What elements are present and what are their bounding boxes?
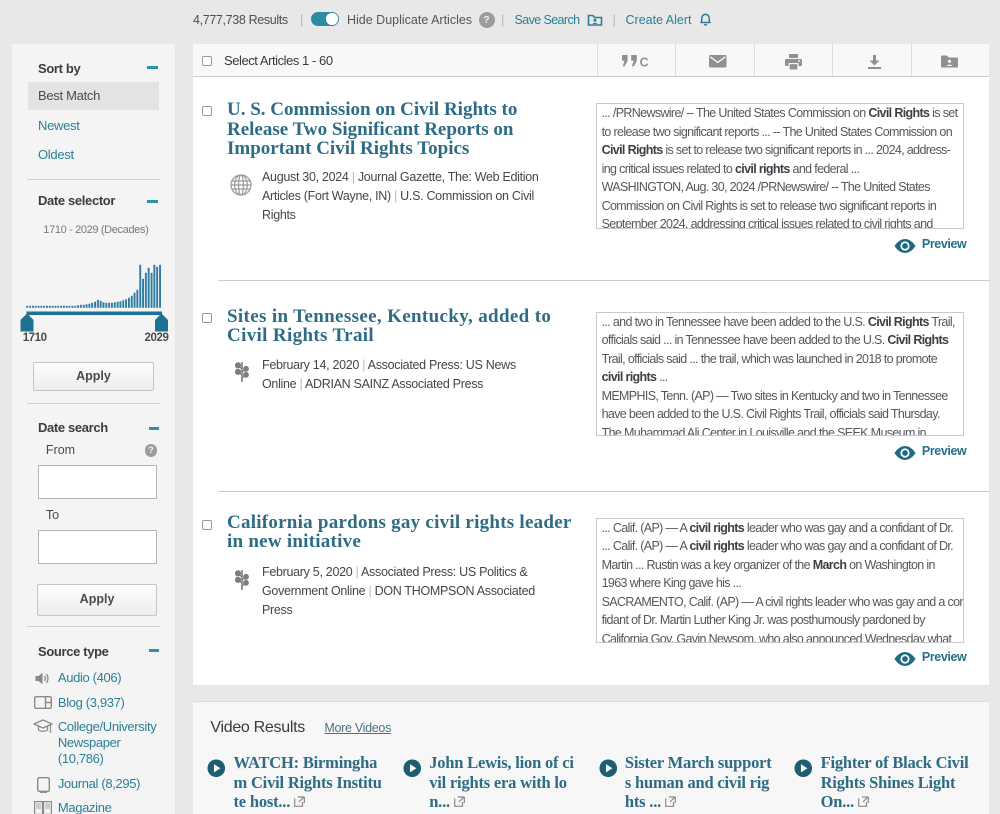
svg-text:C: C	[640, 55, 649, 67]
